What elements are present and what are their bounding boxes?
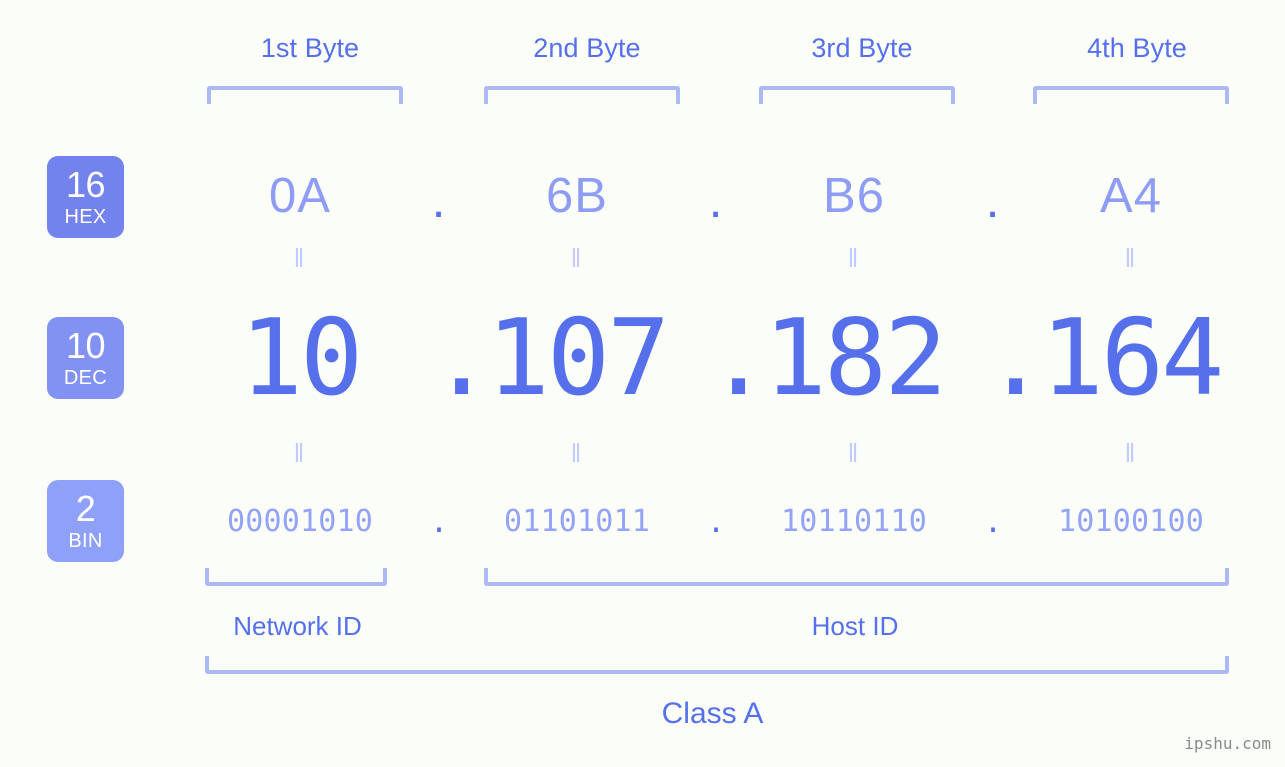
base-badge-bin-number: 2 [75,488,96,529]
equals-slot-2: ‖ [447,245,707,272]
dec-byte-1: 10 [239,296,363,419]
base-badge-dec-number: 10 [65,325,106,366]
hex-separator-1: . [431,174,446,228]
bin-separator-1: . [430,504,449,540]
base-badge-dec-abbr: DEC [63,367,108,389]
hex-value-row: 0A . 6B . B6 . A4 [170,155,1285,237]
dec-separator-3: . [984,296,1048,419]
watermark: ipshu.com [1184,734,1271,753]
network-id-bracket [205,568,387,586]
equals-icon: ‖ [293,243,307,273]
bin-byte-3: 10110110 [780,503,928,539]
dec-value-row: 10 . 107 . 182 . 164 [170,297,1285,419]
host-id-bracket [484,568,1229,586]
byte-header-label-2: 2nd Byte [533,33,641,63]
byte-bracket-2 [484,86,680,104]
byte-bracket-4 [1033,86,1229,104]
byte-header-label-3: 3rd Byte [811,33,913,63]
bin-byte-4: 10100100 [1057,503,1205,539]
base-badge-bin-abbr: BIN [68,530,103,552]
equals-slot-5: ‖ [170,440,430,467]
equals-slot-7: ‖ [724,440,984,467]
equals-icon: ‖ [1124,243,1138,273]
bin-separator-2: . [707,504,726,540]
dec-separator-2: . [707,296,771,419]
equals-row-dec-bin: ‖ ‖ ‖ ‖ [170,440,1285,467]
class-label: Class A [661,697,764,730]
hex-separator-2: . [708,174,723,228]
equals-slot-4: ‖ [1001,245,1261,272]
hex-separator-3: . [985,174,1000,228]
bin-byte-2: 01101011 [503,503,651,539]
equals-icon: ‖ [847,243,861,273]
bin-byte-1: 00001010 [226,503,374,539]
bin-separator-3: . [984,504,1003,540]
base-badge-hex-number: 16 [65,164,106,205]
equals-icon: ‖ [570,438,584,468]
equals-icon: ‖ [847,438,861,468]
base-badge-hex-abbr: HEX [64,206,107,228]
equals-icon: ‖ [570,243,584,273]
equals-icon: ‖ [1124,438,1138,468]
byte-bracket-1 [207,86,403,104]
hex-byte-4: A4 [1100,169,1162,223]
equals-icon: ‖ [293,438,307,468]
network-id-label: Network ID [233,611,362,641]
byte-header-label-4: 4th Byte [1087,33,1187,63]
base-badge-dec: 10 DEC [47,317,124,399]
ip-address-diagram: 1st Byte 2nd Byte 3rd Byte 4th Byte 16 H… [0,0,1285,767]
hex-byte-3: B6 [823,169,885,223]
equals-slot-1: ‖ [170,245,430,272]
equals-slot-3: ‖ [724,245,984,272]
equals-row-hex-dec: ‖ ‖ ‖ ‖ [170,245,1285,272]
equals-slot-8: ‖ [1001,440,1261,467]
hex-byte-1: 0A [269,169,331,223]
bin-value-row: 00001010 . 01101011 . 10110110 . 1010010… [170,495,1285,547]
host-id-label: Host ID [811,611,899,641]
byte-header-label-1: 1st Byte [260,33,360,63]
base-badge-bin: 2 BIN [47,480,124,562]
dec-separator-1: . [430,296,494,419]
class-bracket [205,656,1229,674]
equals-slot-6: ‖ [447,440,707,467]
byte-bracket-3 [759,86,955,104]
base-badge-hex: 16 HEX [47,156,124,238]
hex-byte-2: 6B [546,169,608,223]
